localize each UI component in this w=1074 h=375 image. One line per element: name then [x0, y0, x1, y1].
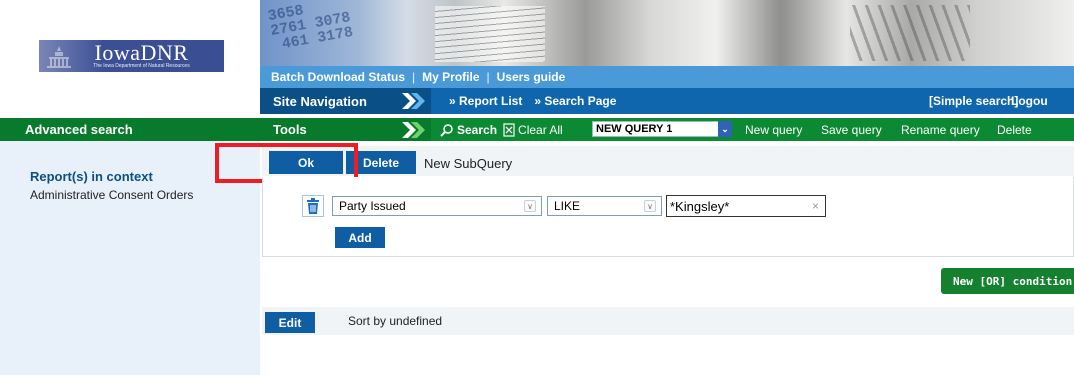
- logo-subtitle: The Iowa Department of Natural Resources: [93, 63, 190, 69]
- search-icon: [440, 123, 453, 137]
- advanced-search-header: Advanced search: [0, 118, 260, 141]
- site-navigation-label: Site Navigation: [273, 93, 367, 109]
- double-chevron-right-icon: [402, 122, 425, 138]
- header-banner-image: 3658 2761 3078 461 3178: [260, 0, 1074, 66]
- simple-search-link[interactable]: [Simple search]: [929, 94, 1018, 108]
- capitol-icon: [47, 46, 71, 68]
- users-guide-link[interactable]: Users guide: [497, 70, 566, 84]
- save-query-link[interactable]: Save query: [821, 123, 882, 137]
- iowa-dnr-logo[interactable]: IowaDNR The Iowa Department of Natural R…: [39, 40, 224, 72]
- search-page-link[interactable]: » Search Page: [534, 94, 616, 108]
- clear-all-button[interactable]: Clear All: [503, 123, 563, 137]
- chevron-down-icon: ⌄: [718, 121, 732, 137]
- tools-toggle[interactable]: Tools: [260, 118, 431, 141]
- banner-digits: 3658 2761 3078 461 3178: [266, 2, 355, 55]
- clear-all-label: Clear All: [518, 122, 563, 137]
- chevron-down-icon: ∨: [524, 200, 536, 212]
- delete-query-link[interactable]: Delete: [997, 123, 1032, 137]
- clear-input-icon[interactable]: ×: [812, 199, 819, 213]
- field-select[interactable]: Party Issued ∨: [332, 196, 542, 216]
- chevron-down-icon: ∨: [644, 200, 656, 212]
- add-condition-button[interactable]: Add: [335, 227, 385, 248]
- report-list-link[interactable]: » Report List: [449, 94, 522, 108]
- search-label: Search: [457, 122, 498, 137]
- clear-document-icon: [503, 122, 515, 137]
- edit-sort-button[interactable]: Edit: [265, 312, 315, 333]
- site-navigation-toggle[interactable]: Site Navigation: [260, 88, 431, 114]
- logo-text: IowaDNR: [94, 40, 189, 65]
- field-select-value: Party Issued: [339, 199, 406, 213]
- report-context-item[interactable]: Administrative Consent Orders: [30, 188, 193, 202]
- query-select[interactable]: NEW QUERY 1 ⌄: [592, 121, 732, 137]
- new-query-link[interactable]: New query: [745, 123, 802, 137]
- logout-link[interactable]: Logou: [1011, 94, 1048, 108]
- top-links-bar: Batch Download Status | My Profile | Use…: [260, 66, 1074, 88]
- link-separator: |: [486, 70, 490, 84]
- search-button[interactable]: Search: [440, 123, 497, 137]
- query-select-value: NEW QUERY 1: [596, 123, 673, 135]
- operator-select[interactable]: LIKE ∨: [547, 196, 662, 216]
- value-input[interactable]: *Kingsley* ×: [666, 195, 826, 217]
- site-navigation-bar: » Report List » Search Page [Simple sear…: [431, 88, 1074, 114]
- banner-stripes: [850, 5, 970, 61]
- reports-in-context-title: Report(s) in context: [30, 169, 153, 184]
- trash-icon: [307, 198, 319, 214]
- tools-bar: Search Clear All NEW QUERY 1 ⌄ New query…: [431, 118, 1074, 141]
- rename-query-link[interactable]: Rename query: [901, 123, 980, 137]
- value-input-text: *Kingsley*: [670, 198, 730, 214]
- operator-select-value: LIKE: [554, 199, 581, 213]
- logo-area: IowaDNR The Iowa Department of Natural R…: [0, 0, 260, 118]
- sort-description: Sort by undefined: [348, 314, 443, 328]
- tools-label: Tools: [273, 122, 307, 137]
- new-subquery-link[interactable]: New SubQuery: [424, 156, 512, 171]
- banner-papers: [435, 6, 545, 62]
- delete-condition-button[interactable]: [302, 195, 324, 217]
- my-profile-link[interactable]: My Profile: [422, 70, 479, 84]
- link-separator: |: [412, 70, 416, 84]
- double-chevron-right-icon: [402, 93, 425, 109]
- new-or-condition-button[interactable]: New [OR] condition: [941, 268, 1074, 294]
- batch-download-status-link[interactable]: Batch Download Status: [271, 70, 405, 84]
